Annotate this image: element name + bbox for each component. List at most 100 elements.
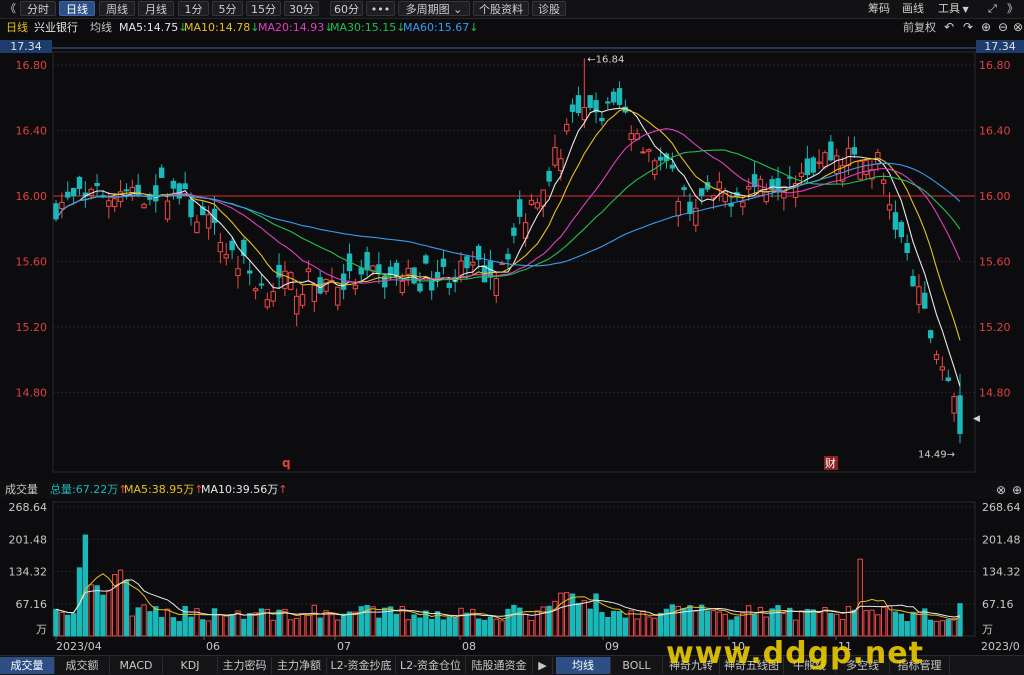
finance-marker[interactable]: 财 [825,456,836,470]
period-button-5[interactable]: 5分 [212,1,243,16]
volume-bar [616,611,623,637]
volume-bar [839,618,846,637]
candle-body [628,133,634,141]
volume-bar [787,607,793,637]
nav-next-icon[interactable]: 》 [1007,1,1018,16]
volume-bar [922,608,928,637]
price-tick-left: 16.40 [16,125,48,138]
adjust-button[interactable]: 前复权 [903,19,936,36]
indicator-tab-4[interactable]: 主力密码 [218,657,272,674]
toolbar-1[interactable]: 画线 [902,1,924,16]
volume-bar [646,616,652,637]
indicator-tab-2[interactable]: MACD [110,657,163,674]
overlay-tab-1[interactable]: BOLL [611,657,663,674]
volume-title: 成交量 [5,482,38,496]
volume-bar [792,619,799,637]
zoom-in-icon[interactable]: ⊕ [981,19,991,36]
volume-add-icon[interactable]: ⊕ [1012,483,1022,497]
event-marker-q[interactable]: q [282,456,291,470]
volume-bar [587,608,593,637]
period-button-0[interactable]: 分时 [20,1,56,16]
ma-label-4: MA60:15.67↓ [403,21,479,34]
kline-chart[interactable]: 17.34 17.34 16.80 16.80 16.40 16.40 16.00 16.00… [0,36,1024,672]
fullscreen-icon[interactable]: ⤢ [988,1,997,16]
current-price-pointer-icon: ◀ [973,414,980,424]
volume-close-icon[interactable]: ⊗ [996,483,1006,497]
volume-bar [299,613,306,637]
volume-bar [76,567,83,637]
volume-bar [200,619,206,637]
nav-prev-icon[interactable]: 《 [5,1,16,16]
period-button-4[interactable]: 1分 [178,1,209,16]
indicator-tab-5[interactable]: 主力净额 [272,657,327,674]
volume-bar [945,619,951,637]
volume-bar [440,619,447,637]
volume-bar [135,607,141,637]
max-price-label: ←16.84 [587,54,624,65]
period-button-11[interactable]: 个股资料 [473,1,529,16]
avg-line-label[interactable]: 均线 [90,19,112,36]
price-tick-left: 16.00 [16,190,48,203]
volume-bar [229,613,235,637]
indicator-tab-7[interactable]: L2-资金仓位 [396,657,466,674]
candle-body [910,276,916,287]
period-button-2[interactable]: 周线 [99,1,135,16]
price-tick-left: 15.20 [16,321,48,334]
undo-icon[interactable]: ↶ [944,19,954,36]
toolbar-2[interactable]: 工具 ▼ [938,1,969,17]
volume-tick-right: 134.32 [982,566,1021,579]
volume-bar [634,618,640,637]
down-arrow-icon: ↓ [469,21,479,34]
top-value-left: 17.34 [10,40,42,53]
period-button-8[interactable]: 60分 [330,1,363,16]
candle-body [569,104,576,112]
redo-icon[interactable]: ↷ [963,19,973,36]
zoom-out-icon[interactable]: ⊖ [998,19,1008,36]
volume-bar [70,613,77,637]
volume-bar [123,579,130,637]
period-button-6[interactable]: 15分 [246,1,281,16]
volume-bar [734,616,740,637]
indicator-tab-0[interactable]: 成交量 [0,657,55,674]
tab-scroll-right-icon[interactable]: ▶ [533,657,553,674]
indicator-tab-8[interactable]: 陆股通资金 [466,657,533,674]
candle-body [851,147,858,155]
indicator-tab-1[interactable]: 成交额 [55,657,110,674]
period-button-1[interactable]: 日线 [59,1,95,16]
candle-body [141,203,147,209]
volume-bar [816,611,822,637]
volume-bar [370,606,376,637]
toolbar-0[interactable]: 筹码 [868,1,890,16]
period-button-9[interactable]: ••• [366,1,395,16]
volume-bar [610,610,617,637]
volume-bar [211,608,218,637]
volume-bar [317,617,323,637]
candle-body [828,141,834,161]
indicator-tab-6[interactable]: L2-资金抄底 [327,657,396,674]
period-button-12[interactable]: 诊股 [532,1,566,16]
candle-body [505,253,511,260]
volume-ma10: MA10:39.56万↑ [201,483,287,496]
volume-bar [581,600,588,637]
price-tick-right: 15.60 [979,256,1011,269]
candle-body [552,147,558,166]
volume-bar [170,617,177,637]
overlay-tab-0[interactable]: 均线 [556,657,611,674]
period-button-7[interactable]: 30分 [284,1,319,16]
stock-name[interactable]: 兴业银行 [34,19,78,36]
close-icon[interactable]: ⊗ [1013,19,1023,36]
candle-body [229,240,235,251]
volume-bar [704,610,711,637]
x-axis-label: 2023/04 [56,640,102,653]
volume-bar [217,614,224,637]
indicator-tab-3[interactable]: KDJ [163,657,218,674]
candle-body [493,278,499,297]
price-tick-right: 16.00 [979,190,1011,203]
candle-body [499,263,505,266]
price-tick-right: 16.40 [979,125,1011,138]
period-button-10[interactable]: 多周期图 ⌄ [398,1,470,16]
volume-bar [781,613,787,637]
volume-bar [158,616,165,637]
period-button-3[interactable]: 月线 [138,1,174,16]
volume-bar [88,584,94,637]
